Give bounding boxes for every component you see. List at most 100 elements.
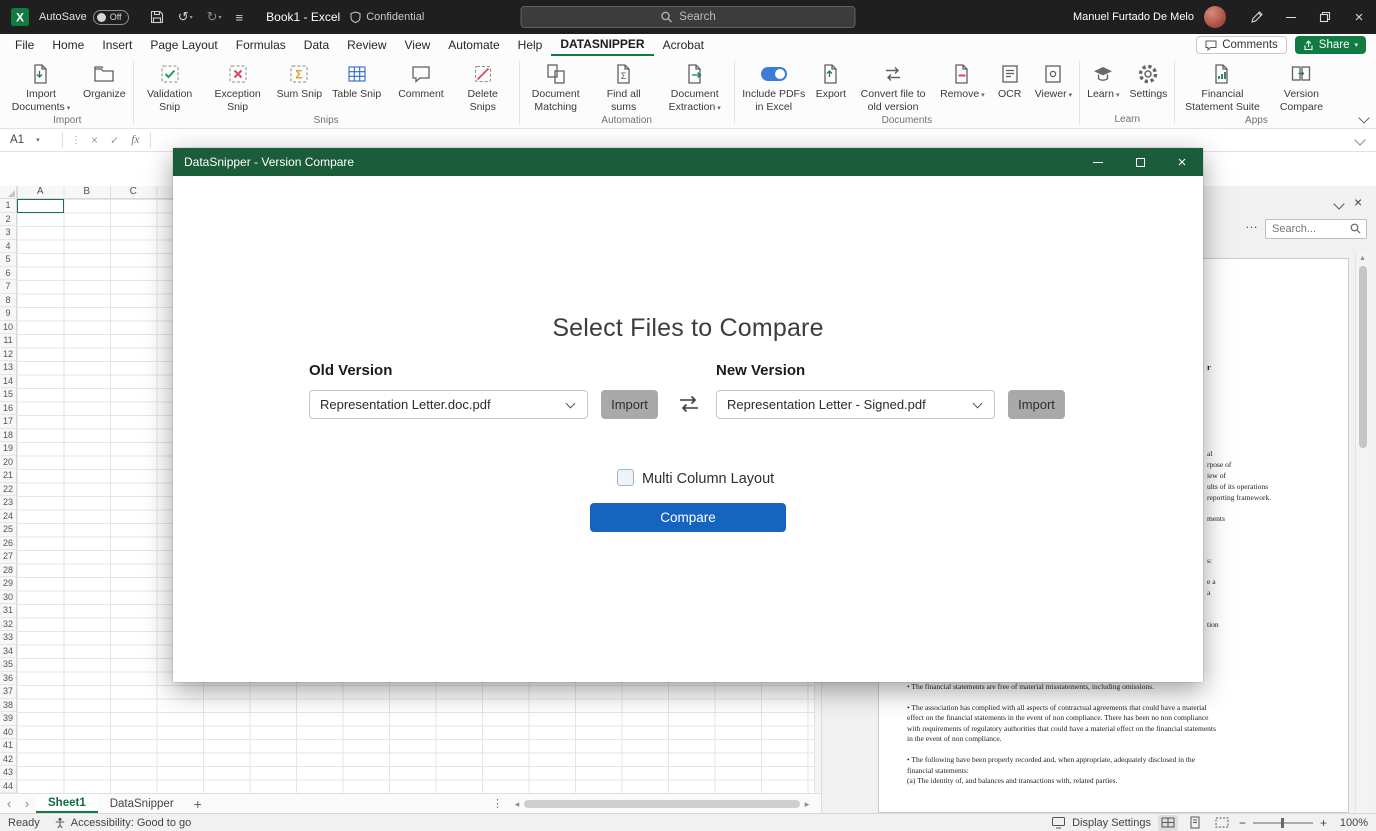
row-header[interactable]: 34	[0, 645, 16, 659]
sum-snip-button[interactable]: Σ Sum Snip	[273, 58, 327, 102]
row-header[interactable]: 23	[0, 496, 16, 510]
row-header[interactable]: 41	[0, 739, 16, 753]
validation-snip-button[interactable]: Validation Snip	[137, 58, 203, 114]
row-header[interactable]: 38	[0, 699, 16, 713]
row-header[interactable]: 19	[0, 442, 16, 456]
tab-home[interactable]: Home	[43, 34, 93, 56]
page-layout-view-icon[interactable]	[1185, 815, 1205, 831]
import-documents-button[interactable]: Import Documents▾	[5, 58, 77, 114]
row-header[interactable]: 1	[0, 199, 16, 213]
more-options-icon[interactable]: …	[1245, 216, 1259, 231]
row-header[interactable]: 21	[0, 469, 16, 483]
tabbar-more-icon[interactable]: ⋮	[492, 797, 503, 810]
scrollbar-thumb[interactable]	[524, 800, 800, 808]
remove-button[interactable]: Remove▾	[936, 58, 989, 102]
column-header-b[interactable]: B	[64, 186, 111, 199]
row-header[interactable]: 6	[0, 267, 16, 281]
row-header[interactable]: 29	[0, 577, 16, 591]
accessibility-status[interactable]: Accessibility: Good to go	[54, 817, 191, 829]
row-header[interactable]: 43	[0, 766, 16, 780]
sheet-nav-right-icon[interactable]: ›	[18, 794, 36, 813]
row-header[interactable]: 14	[0, 375, 16, 389]
tab-automate[interactable]: Automate	[439, 34, 508, 56]
name-box[interactable]: A1▾	[0, 129, 58, 151]
row-header[interactable]: 31	[0, 604, 16, 618]
row-header[interactable]: 7	[0, 280, 16, 294]
zoom-slider[interactable]	[1253, 822, 1313, 824]
user-name[interactable]: Manuel Furtado De Melo	[1073, 11, 1194, 23]
tab-insert[interactable]: Insert	[93, 34, 141, 56]
scroll-up-icon[interactable]: ▴	[1356, 252, 1369, 264]
row-header[interactable]: 37	[0, 685, 16, 699]
tab-review[interactable]: Review	[338, 34, 395, 56]
pen-icon[interactable]	[1240, 0, 1274, 34]
sheet-tab-datasnipper[interactable]: DataSnipper	[98, 794, 186, 813]
comment-button[interactable]: Comment	[394, 58, 448, 102]
tab-file[interactable]: File	[6, 34, 43, 56]
row-header[interactable]: 27	[0, 550, 16, 564]
version-compare-button[interactable]: Version Compare	[1268, 58, 1334, 114]
row-header[interactable]: 35	[0, 658, 16, 672]
avatar[interactable]	[1204, 6, 1226, 28]
row-header[interactable]: 32	[0, 618, 16, 632]
row-header[interactable]: 33	[0, 631, 16, 645]
add-sheet-icon[interactable]: +	[186, 794, 210, 813]
share-button[interactable]: Share ▾	[1295, 36, 1366, 54]
row-header[interactable]: 44	[0, 780, 16, 794]
dialog-minimize-button[interactable]	[1077, 148, 1119, 176]
zoom-slider-thumb[interactable]	[1281, 818, 1284, 828]
row-header[interactable]: 17	[0, 415, 16, 429]
excel-app-icon[interactable]: X	[10, 7, 30, 27]
new-import-button[interactable]: Import	[1008, 390, 1065, 419]
scrollbar-thumb[interactable]	[1359, 266, 1367, 448]
horizontal-scrollbar[interactable]: ◂ ▸	[512, 799, 812, 809]
row-header[interactable]: 20	[0, 456, 16, 470]
enter-icon[interactable]: ✓	[110, 134, 119, 147]
row-header[interactable]: 4	[0, 240, 16, 254]
row-header[interactable]: 2	[0, 213, 16, 227]
include-pdfs-button[interactable]: Include PDFs in Excel	[738, 58, 810, 114]
row-header[interactable]: 3	[0, 226, 16, 240]
quick-access-menu-icon[interactable]: ≡	[236, 10, 244, 25]
row-header[interactable]: 16	[0, 402, 16, 416]
cancel-icon[interactable]: ×	[91, 133, 98, 147]
organize-button[interactable]: Organize	[79, 58, 130, 102]
sheet-tab-sheet1[interactable]: Sheet1	[36, 794, 98, 813]
ocr-button[interactable]: OCR	[991, 58, 1029, 102]
row-header[interactable]: 39	[0, 712, 16, 726]
normal-view-icon[interactable]	[1158, 815, 1178, 831]
formula-bar-expand-icon[interactable]	[1354, 134, 1365, 145]
dialog-maximize-button[interactable]	[1119, 148, 1161, 176]
row-header[interactable]: 15	[0, 388, 16, 402]
dialog-close-button[interactable]: ×	[1161, 148, 1203, 176]
row-header[interactable]: 30	[0, 591, 16, 605]
close-button[interactable]: ×	[1342, 0, 1376, 34]
restore-button[interactable]	[1308, 0, 1342, 34]
undo-icon[interactable]: ↺▾	[178, 9, 193, 25]
dialog-titlebar[interactable]: DataSnipper - Version Compare ×	[173, 148, 1203, 176]
insert-function-icon[interactable]: fx	[131, 134, 139, 146]
tab-acrobat[interactable]: Acrobat	[654, 34, 713, 56]
row-header[interactable]: 9	[0, 307, 16, 321]
zoom-out-icon[interactable]: −	[1239, 816, 1246, 830]
scroll-left-icon[interactable]: ◂	[512, 799, 522, 810]
zoom-level[interactable]: 100%	[1334, 817, 1368, 829]
select-all-corner[interactable]	[0, 186, 17, 199]
row-header[interactable]: 28	[0, 564, 16, 578]
row-header[interactable]: 11	[0, 334, 16, 348]
page-break-view-icon[interactable]	[1212, 815, 1232, 831]
new-version-select[interactable]: Representation Letter - Signed.pdf	[716, 390, 995, 419]
redo-icon[interactable]: ↻▾	[207, 9, 222, 25]
financial-statement-suite-button[interactable]: Financial Statement Suite	[1178, 58, 1266, 114]
export-button[interactable]: Export	[812, 58, 850, 102]
close-icon[interactable]: ×	[1354, 194, 1362, 210]
chevron-down-icon[interactable]	[1333, 198, 1344, 209]
comments-button[interactable]: Comments	[1196, 36, 1287, 54]
row-header[interactable]: 10	[0, 321, 16, 335]
row-header[interactable]: 13	[0, 361, 16, 375]
active-cell-a1[interactable]	[17, 199, 64, 213]
learn-button[interactable]: Learn▾	[1083, 58, 1123, 102]
old-version-select[interactable]: Representation Letter.doc.pdf	[309, 390, 588, 419]
row-header[interactable]: 22	[0, 483, 16, 497]
old-import-button[interactable]: Import	[601, 390, 658, 419]
